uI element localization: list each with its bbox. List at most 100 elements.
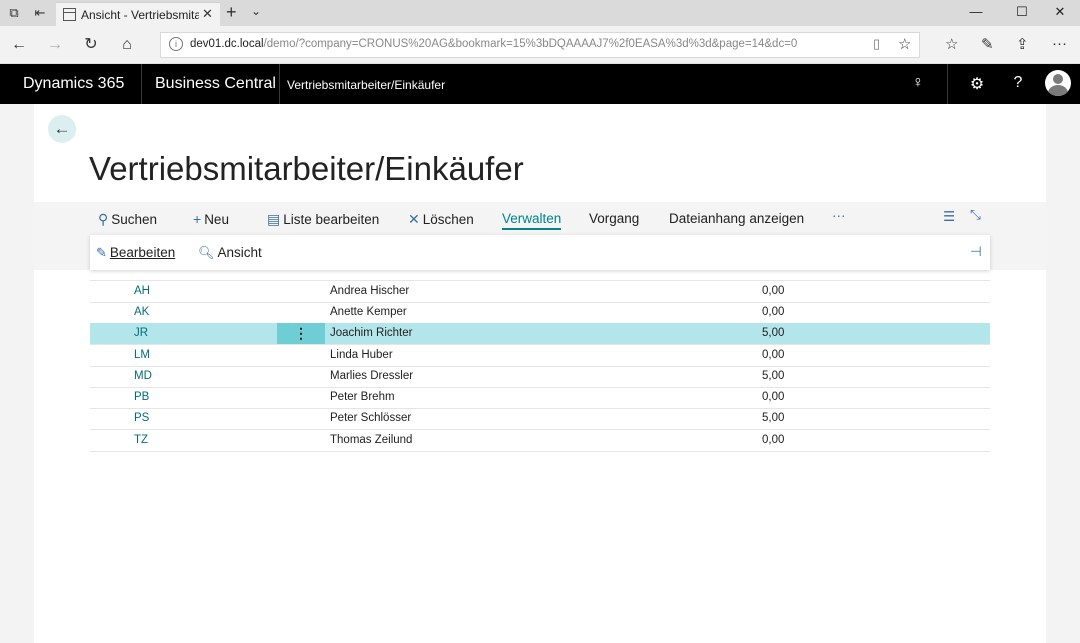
search-icon: ⚲ (98, 211, 109, 227)
reading-view-icon[interactable]: ▯ (873, 36, 880, 52)
row-value: 0,00 (762, 285, 785, 297)
page-title: Vertriebsmitarbeiter/Einkäufer (89, 150, 524, 187)
row-value: 0,00 (762, 349, 785, 361)
header-divider (141, 64, 142, 104)
collapse-icon[interactable]: ⤡ (970, 207, 981, 223)
new-button[interactable]: + Neu (193, 211, 229, 227)
refresh-icon[interactable]: ↻ (81, 35, 101, 55)
more-actions-button[interactable]: ··· (832, 208, 846, 223)
view-icon: 🔍︎ (198, 245, 215, 260)
table-row[interactable]: PB Peter Brehm 0,00 (90, 387, 990, 409)
new-tab-icon[interactable]: + (226, 2, 237, 23)
tab-manage[interactable]: Verwalten (502, 211, 562, 230)
row-code[interactable]: PB (134, 391, 149, 403)
url-text: dev01.dc.local/demo/?company=CRONUS%20AG… (190, 38, 797, 50)
row-code[interactable]: PS (134, 412, 149, 424)
row-name: Anette Kemper (330, 306, 407, 318)
tab-title: Ansicht - Vertriebsmitar (81, 8, 199, 22)
search-label: Suchen (111, 212, 158, 227)
edit-list-label: Liste bearbeiten (283, 212, 380, 227)
maximize-icon[interactable]: ☐ (1007, 4, 1037, 20)
row-code[interactable]: MD (134, 370, 152, 382)
pencil-icon: ✎ (96, 245, 107, 260)
lightbulb-icon[interactable]: ♀ (906, 74, 930, 92)
browser-tab-bar: ⧉ ⇤ Ansicht - Vertriebsmitar ✕ + ⌄ — ☐ ✕ (0, 0, 1080, 27)
table-row[interactable]: MD Marlies Dressler 5,00 (90, 366, 990, 388)
tab-close-icon[interactable]: ✕ (202, 6, 213, 22)
table-row[interactable]: AH Andrea Hischer 0,00 (90, 281, 990, 303)
row-value: 0,00 (762, 306, 785, 318)
tab-list-chevron-icon[interactable]: ⌄ (251, 4, 261, 18)
row-value: 0,00 (762, 434, 785, 446)
view-button[interactable]: 🔍︎ Ansicht (198, 245, 262, 261)
view-label: Ansicht (217, 245, 262, 260)
header-divider (947, 64, 948, 104)
row-name: Linda Huber (330, 349, 393, 361)
new-label: Neu (204, 212, 229, 227)
app-header: Dynamics 365 Business Central Vertriebsm… (0, 64, 1080, 104)
table-row-selected[interactable]: JR ⋮ Joachim Richter 5,00 (90, 323, 990, 345)
row-value: 5,00 (762, 327, 785, 339)
table-row[interactable]: LM Linda Huber 0,00 (90, 345, 990, 367)
favorite-star-icon[interactable]: ☆ (898, 35, 911, 53)
row-name: Andrea Hischer (330, 285, 410, 297)
edit-list-icon: ▤ (267, 211, 281, 227)
delete-icon: ✕ (408, 211, 420, 227)
row-code[interactable]: TZ (134, 434, 148, 446)
list-view-icon[interactable]: ☰ (943, 209, 955, 225)
product-name[interactable]: Dynamics 365 (23, 75, 124, 93)
row-name: Thomas Zeilund (330, 434, 413, 446)
row-name: Peter Brehm (330, 391, 395, 403)
back-nav-icon[interactable]: ← (9, 35, 29, 55)
table-row[interactable]: AK Anette Kemper 0,00 (90, 302, 990, 324)
help-icon[interactable]: ? (1006, 74, 1030, 92)
tab-restore-icon[interactable]: ⇤ (32, 5, 48, 21)
edit-list-button[interactable]: ▤ Liste bearbeiten (267, 211, 379, 228)
action-sub-menu: ✎ Bearbeiten 🔍︎ Ansicht ⊣ (90, 235, 990, 270)
row-value: 5,00 (762, 412, 785, 424)
plus-icon: + (193, 211, 202, 227)
pin-icon[interactable]: ⊣ (970, 244, 982, 260)
tab-set-aside-icon[interactable]: ⧉ (6, 5, 22, 21)
row-name: Joachim Richter (330, 327, 413, 339)
row-menu-icon[interactable]: ⋮ (277, 323, 325, 344)
address-toolbar: ← → ↻ ⌂ i dev01.dc.local/demo/?company=C… (0, 26, 1080, 64)
delete-button[interactable]: ✕ Löschen (408, 211, 474, 228)
delete-label: Löschen (422, 212, 474, 227)
row-name: Marlies Dressler (330, 370, 414, 382)
url-host: dev01.dc.local (190, 38, 264, 50)
app-name[interactable]: Business Central (155, 75, 276, 93)
browser-tab[interactable]: Ansicht - Vertriebsmitar ✕ (56, 2, 220, 27)
row-code[interactable]: AH (134, 285, 150, 297)
pen-icon[interactable]: ✎ (981, 35, 994, 53)
row-code[interactable]: AK (134, 306, 149, 318)
home-icon[interactable]: ⌂ (117, 35, 137, 55)
back-arrow-icon[interactable]: ← (48, 115, 76, 143)
tab-process[interactable]: Vorgang (589, 211, 639, 226)
search-button[interactable]: ⚲ Suchen (98, 211, 157, 228)
gear-icon[interactable]: ⚙ (965, 74, 989, 94)
avatar-body (1048, 85, 1068, 96)
window-close-icon[interactable]: ✕ (1045, 4, 1075, 20)
row-value: 0,00 (762, 391, 785, 403)
share-icon[interactable]: ⇪ (1016, 35, 1029, 53)
row-code[interactable]: JR (134, 327, 148, 339)
show-attachment-button[interactable]: Dateianhang anzeigen (669, 211, 804, 226)
row-name: Peter Schlösser (330, 412, 412, 424)
forward-nav-icon[interactable]: → (45, 35, 65, 55)
more-menu-icon[interactable]: ··· (1052, 35, 1067, 52)
minimize-icon[interactable]: — (961, 4, 991, 19)
table-row[interactable]: PS Peter Schlösser 5,00 (90, 408, 990, 430)
table-row[interactable]: TZ Thomas Zeilund 0,00 (90, 430, 990, 452)
breadcrumb: Vertriebsmitarbeiter/Einkäufer (287, 78, 446, 92)
edit-label: Bearbeiten (109, 245, 176, 260)
favorites-list-icon[interactable]: ☆ (945, 35, 958, 53)
row-code[interactable]: LM (134, 349, 150, 361)
url-path: /demo/?company=CRONUS%20AG&bookmark=15%3… (263, 38, 798, 50)
page-favicon-icon (63, 8, 76, 21)
site-info-icon[interactable]: i (169, 37, 183, 51)
header-divider (279, 64, 280, 104)
url-field[interactable]: i dev01.dc.local/demo/?company=CRONUS%20… (160, 32, 920, 58)
edit-button[interactable]: ✎ Bearbeiten (96, 245, 175, 261)
user-avatar[interactable] (1045, 70, 1071, 96)
